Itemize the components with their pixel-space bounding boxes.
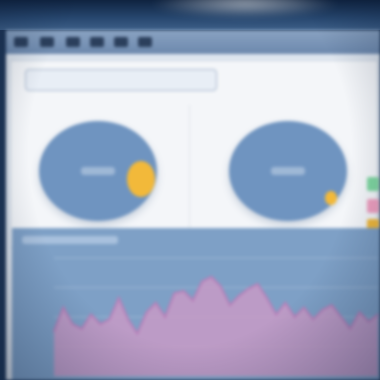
area-data-point: [53, 330, 55, 333]
pie-chart-right: [229, 121, 347, 221]
area-data-point: [228, 304, 231, 307]
area-data-point: [238, 294, 241, 297]
legend-swatch-pink: [367, 199, 379, 213]
back-icon[interactable]: [66, 37, 80, 47]
pie-center-label: [81, 167, 115, 175]
area-data-point: [99, 323, 102, 326]
trend-panel: [12, 228, 380, 380]
area-data-point: [191, 299, 194, 302]
area-data-point: [321, 308, 324, 311]
area-data-point: [173, 292, 176, 295]
settings-icon[interactable]: [138, 37, 152, 47]
refresh-icon[interactable]: [114, 37, 128, 47]
screen-glare: [150, 0, 340, 18]
area-data-point: [201, 280, 204, 283]
menu-icon[interactable]: [14, 37, 28, 47]
overview-panel: [10, 60, 379, 248]
area-data-point: [302, 306, 305, 309]
area-data-point: [265, 297, 268, 300]
pie-center-label: [271, 167, 305, 175]
area-data-point: [145, 311, 148, 314]
area-data-point: [367, 320, 370, 323]
pie-slice-accent: [325, 191, 337, 205]
area-data-point: [108, 318, 111, 321]
area-data-point: [182, 290, 185, 292]
folder-icon[interactable]: [40, 37, 54, 47]
panel-title: [25, 69, 217, 91]
area-data-point: [127, 318, 130, 321]
area-series: [54, 276, 378, 376]
area-data-point: [90, 313, 92, 316]
area-data-point: [293, 316, 296, 318]
area-data-point: [377, 313, 379, 316]
area-data-point: [136, 332, 139, 335]
area-data-point: [164, 316, 167, 318]
area-chart: [53, 257, 379, 377]
area-data-point: [284, 301, 287, 304]
area-data-point: [312, 318, 315, 321]
area-data-point: [256, 283, 259, 285]
pie-chart-left: [39, 121, 157, 221]
area-data-point: [80, 327, 83, 330]
area-data-point: [247, 287, 250, 290]
forward-icon[interactable]: [90, 37, 104, 47]
area-data-point: [358, 311, 361, 314]
pie-slice-accent: [127, 161, 155, 197]
area-data-point: [219, 285, 222, 288]
area-data-point: [349, 327, 352, 330]
area-data-point: [154, 301, 157, 304]
area-data-point: [210, 275, 213, 278]
legend-swatch-green: [367, 177, 379, 191]
area-data-point: [62, 306, 65, 309]
area-data-point: [71, 323, 74, 326]
area-data-point: [330, 304, 333, 307]
panel-divider: [189, 105, 190, 235]
dashboard-window: [6, 30, 380, 380]
area-data-point: [340, 316, 342, 318]
area-data-point: [275, 313, 278, 316]
area-data-point: [117, 297, 120, 300]
window-toolbar: [6, 30, 380, 54]
